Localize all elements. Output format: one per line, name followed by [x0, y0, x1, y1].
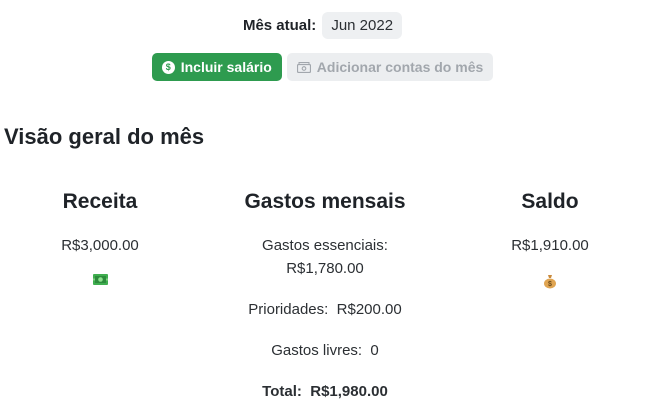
month-selector: Mês atual: Jun 2022: [0, 12, 645, 39]
priorities-label: Prioridades:: [248, 301, 329, 318]
priorities-value: R$200.00: [336, 301, 402, 318]
balance-heading: Saldo: [521, 190, 579, 213]
income-column: Receita R$3,000.00: [20, 190, 180, 286]
total-line: Total: R$1,980.00: [210, 380, 440, 403]
essentials-value: R$1,780.00: [286, 260, 364, 277]
total-label: Total:: [262, 383, 302, 400]
total-value: R$1,980.00: [310, 383, 388, 400]
include-salary-label: Incluir salário: [180, 59, 272, 75]
month-label: Mês atual:: [242, 17, 317, 34]
free-expenses-line: Gastos livres: 0: [210, 339, 440, 362]
add-bills-label: Adicionar contas do mês: [316, 59, 484, 75]
month-picker[interactable]: Jun 2022: [322, 12, 403, 39]
coin-icon: $: [161, 60, 175, 74]
add-bills-button[interactable]: Adicionar contas do mês: [286, 53, 494, 81]
balance-value: R$1,910.00: [511, 237, 589, 254]
money-banknote-icon: [20, 273, 180, 286]
free-expenses-label: Gastos livres:: [271, 342, 363, 359]
action-buttons: $ Incluir salário Adicionar contas do mê…: [0, 53, 645, 81]
svg-text:$: $: [548, 281, 552, 288]
overview-title: Visão geral do mês: [4, 124, 205, 149]
essentials-label: Gastos essenciais:: [262, 237, 388, 254]
expenses-heading: Gastos mensais: [244, 190, 406, 213]
include-salary-button[interactable]: $ Incluir salário: [151, 53, 282, 81]
priorities-line: Prioridades: R$200.00: [210, 298, 440, 321]
expenses-column: Gastos mensais Gastos essenciais: R$1,78…: [210, 190, 440, 403]
money-bag-icon: $: [470, 273, 630, 289]
cash-icon: [296, 61, 311, 73]
income-value: R$3,000.00: [61, 237, 139, 254]
balance-column: Saldo R$1,910.00 $: [470, 190, 630, 289]
income-heading: Receita: [62, 190, 138, 213]
free-expenses-value: 0: [370, 342, 379, 359]
